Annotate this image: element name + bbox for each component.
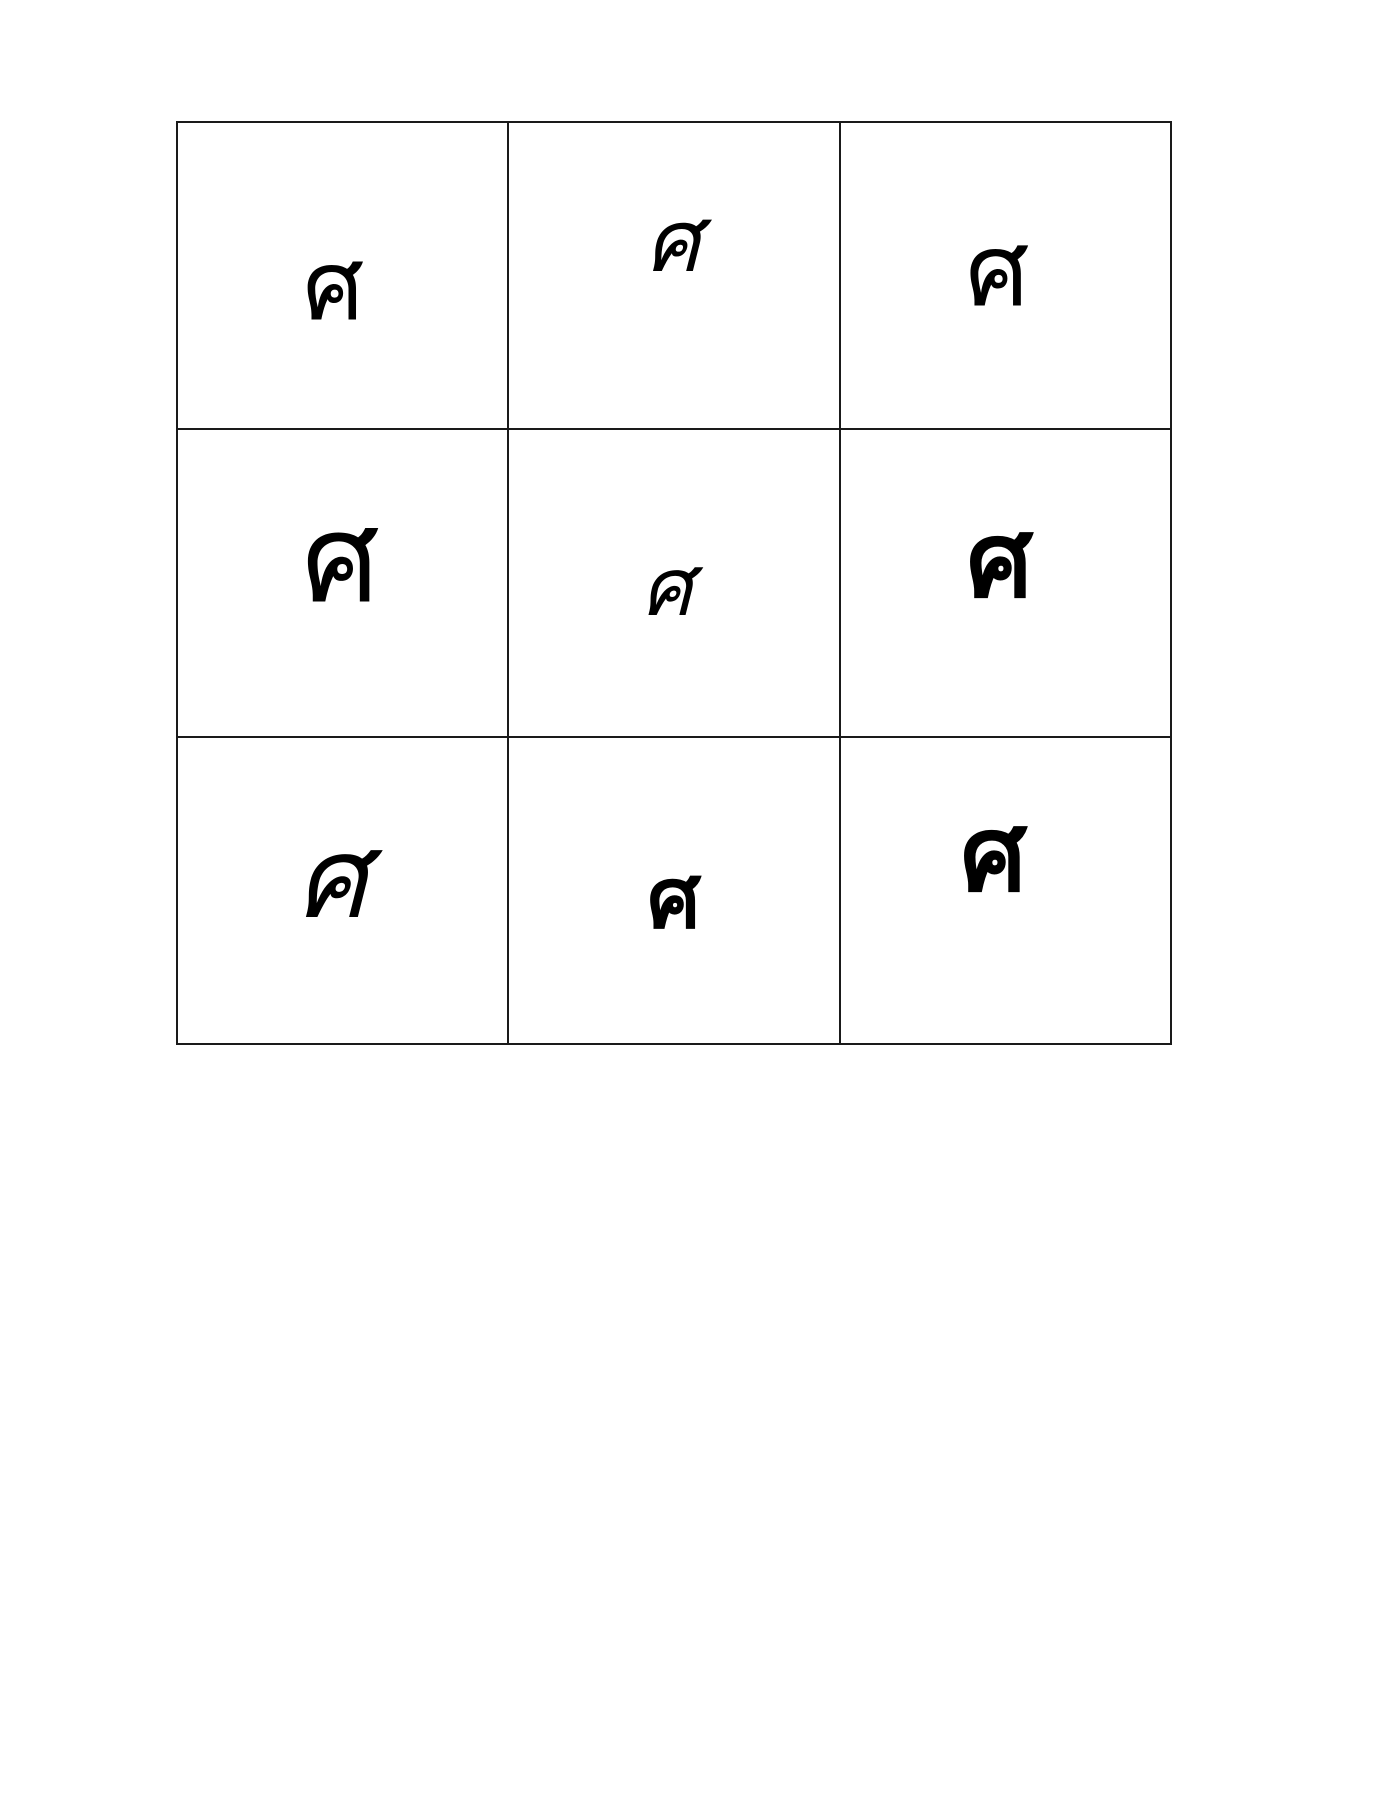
grid-cell-2: ศ xyxy=(509,123,841,431)
thai-character: ศ xyxy=(303,230,364,342)
character-grid: ศ ศ ศ ศ ศ ศ ศ ศ ศ xyxy=(176,121,1172,1045)
thai-character: ศ xyxy=(965,212,1030,329)
thai-character: ศ xyxy=(966,499,1033,622)
thai-character: ศ xyxy=(296,813,368,944)
thai-character: ศ xyxy=(302,491,380,628)
thai-character: ศ xyxy=(641,541,693,635)
thai-character: ศ xyxy=(647,848,701,947)
grid-cell-4: ศ xyxy=(178,430,510,738)
document-page: ศ ศ ศ ศ ศ ศ ศ ศ ศ xyxy=(0,0,1386,1793)
grid-cell-7: ศ xyxy=(178,737,510,1045)
thai-character: ศ xyxy=(645,192,700,292)
grid-cell-1: ศ xyxy=(178,123,510,431)
grid-cell-5: ศ xyxy=(509,430,841,738)
grid-cell-6: ศ xyxy=(840,430,1172,738)
grid-cell-8: ศ xyxy=(509,737,841,1045)
thai-character: ศ xyxy=(960,792,1027,915)
grid-cell-9: ศ xyxy=(840,737,1172,1045)
grid-cell-3: ศ xyxy=(840,123,1172,431)
